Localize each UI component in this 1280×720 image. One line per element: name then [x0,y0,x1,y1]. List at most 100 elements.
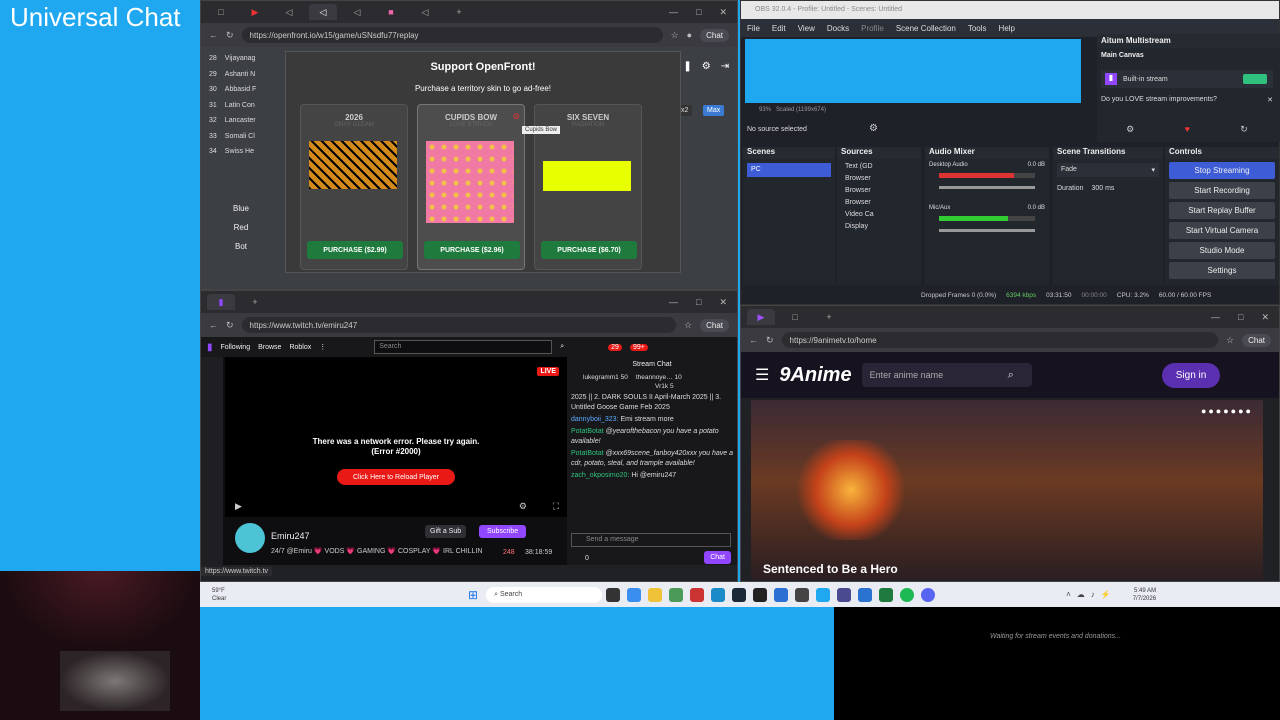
carousel-dots[interactable]: ●●●●●●● [1201,406,1253,416]
gear-icon[interactable]: ⚙ [1126,124,1134,135]
app-icon[interactable] [689,587,704,602]
source-item[interactable]: Video Ca [837,206,921,218]
app-icon[interactable] [857,587,872,602]
star-icon[interactable]: ☆ [671,30,679,41]
badge-count[interactable]: 29 [608,343,622,351]
stream-toggle[interactable] [1243,74,1267,84]
browser-tab[interactable]: ■ [377,4,405,20]
browser-tab[interactable]: ◁ [343,4,371,20]
menu-docks[interactable]: Docks [827,24,849,33]
copilot-chat-button[interactable]: Chat [700,28,729,42]
menu-edit[interactable]: Edit [772,24,786,33]
browser-tab[interactable]: ◁ [411,4,439,20]
copilot-chat-button[interactable]: Chat [1242,333,1271,347]
source-item[interactable]: Text (GD [837,159,921,170]
featured-banner[interactable]: ●●●●●●● Sentenced to Be a Hero [751,400,1263,580]
url-field[interactable]: https://openfront.io/w15/game/uSNsdfu77r… [241,27,663,43]
new-tab-button[interactable]: + [241,294,269,310]
nav-browse[interactable]: Browse [258,344,281,351]
menu-help[interactable]: Help [999,24,1015,33]
new-tab-button[interactable]: + [445,4,473,20]
streamer-name[interactable]: Emiru247 [271,531,310,541]
browser-tab[interactable]: □ [207,4,235,20]
reload-icon[interactable]: ↻ [226,30,234,41]
back-icon[interactable]: ← [209,320,218,330]
sign-in-button[interactable]: Sign in [1161,362,1221,388]
max-button[interactable]: Max [703,105,725,116]
start-virtual-camera-button[interactable]: Start Virtual Camera [1169,222,1275,239]
close-icon[interactable]: ✕ [1261,312,1269,323]
settings-icon[interactable]: ⚙ [519,501,527,512]
refresh-icon[interactable]: ↻ [1240,124,1248,135]
reload-player-button[interactable]: Click Here to Reload Player [337,469,455,485]
stop-streaming-button[interactable]: Stop Streaming [1169,162,1275,179]
nav-roblox[interactable]: Roblox [289,344,311,351]
copilot-chat-button[interactable]: Chat [700,318,729,332]
nav-following[interactable]: Following [221,344,251,351]
subscribe-button[interactable]: Subscribe [479,525,527,538]
app-icon[interactable] [773,587,788,602]
discord-icon[interactable] [920,587,935,602]
app-icon[interactable] [815,587,830,602]
maximize-icon[interactable]: □ [696,297,701,308]
reload-icon[interactable]: ↻ [766,335,774,346]
menu-tools[interactable]: Tools [968,24,987,33]
back-icon[interactable]: ← [749,335,758,345]
anime-search-input[interactable]: Enter anime name [861,363,1032,387]
gift-sub-button[interactable]: Gift a Sub [425,525,467,538]
maximize-icon[interactable]: □ [1238,312,1243,323]
app-icon[interactable] [626,587,641,602]
chat-send-button[interactable]: Chat [704,551,731,564]
app-icon[interactable] [752,587,767,602]
browser-tab[interactable]: ▶ [241,4,269,20]
chat-input[interactable]: Send a message [571,533,731,547]
purchase-button[interactable]: PURCHASE ($6.70) [541,241,637,259]
close-icon[interactable]: ✕ [1267,96,1273,104]
clock[interactable]: 5:49 AM 7/7/2026 [1133,587,1156,603]
start-recording-button[interactable]: Start Recording [1169,182,1275,199]
heart-icon[interactable]: ♥ [1185,124,1190,135]
new-tab-button[interactable]: + [815,309,843,325]
folder-icon[interactable] [647,587,662,602]
browser-tab[interactable]: □ [781,309,809,325]
scene-item[interactable]: PC [747,163,831,177]
channel-points[interactable]: 0 [585,555,589,562]
gear-icon[interactable]: ⚙ [702,61,711,72]
search-icon[interactable]: ⌕ [1008,369,1014,382]
close-icon[interactable]: ✕ [719,297,727,308]
search-icon[interactable]: ⌕ [560,343,564,351]
twitch-logo-icon[interactable]: ▮ [207,342,213,353]
browser-tab-active[interactable]: ▶ [747,309,775,325]
url-field[interactable]: https://www.twitch.tv/emiru247 [241,317,677,333]
purchase-button[interactable]: PURCHASE ($2.96) [424,241,520,259]
avatar[interactable]: ● [687,30,692,40]
browser-tab-active[interactable]: ◁ [309,4,337,20]
steam-icon[interactable] [731,587,746,602]
minimize-icon[interactable]: — [669,7,678,18]
start-replay-buffer-button[interactable]: Start Replay Buffer [1169,202,1275,219]
maximize-icon[interactable]: □ [696,7,701,18]
source-item[interactable]: Browser [837,170,921,182]
source-item[interactable]: Browser [837,182,921,194]
excel-icon[interactable] [878,587,893,602]
spotify-icon[interactable] [899,587,914,602]
badge-count[interactable]: 99+ [629,343,648,351]
star-icon[interactable]: ☆ [1226,335,1234,346]
menu-scene-collection[interactable]: Scene Collection [896,24,956,33]
duration-input[interactable]: 300 ms [1091,185,1114,192]
minimize-icon[interactable]: — [1211,312,1220,323]
purchase-button[interactable]: PURCHASE ($2.99) [307,241,403,259]
star-icon[interactable]: ☆ [684,320,692,331]
settings-button[interactable]: Settings [1169,262,1275,279]
source-item[interactable]: Browser [837,194,921,206]
source-properties-icon[interactable]: ⚙ [869,123,878,134]
back-icon[interactable]: ← [209,30,218,40]
menu-view[interactable]: View [798,24,815,33]
volume-slider[interactable] [939,229,1035,232]
menu-icon[interactable]: ☰ [755,365,769,385]
play-icon[interactable]: ▶ [235,501,242,512]
app-icon[interactable] [836,587,851,602]
browser-tab[interactable]: ◁ [275,4,303,20]
transition-select[interactable]: Fade ▾ [1057,163,1159,177]
avatar[interactable] [235,523,265,553]
